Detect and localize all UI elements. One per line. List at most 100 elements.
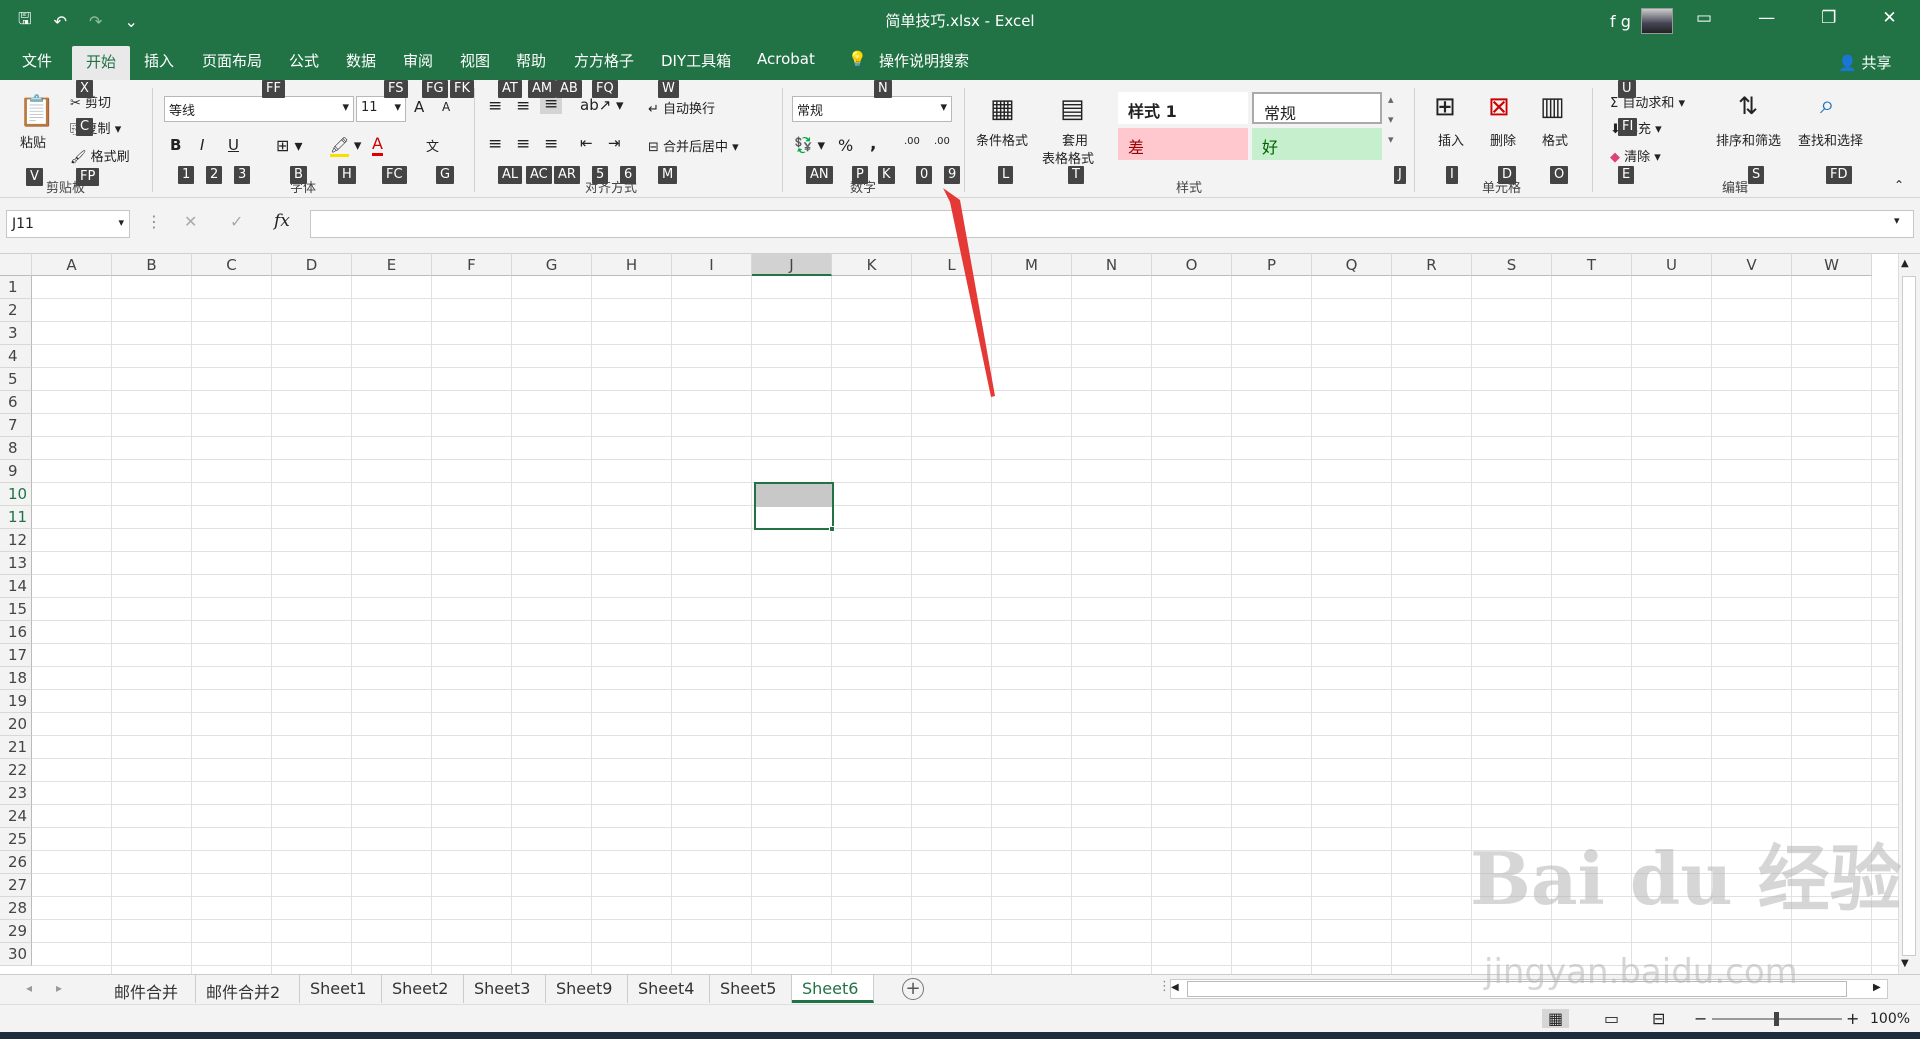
row-header[interactable]: 29 xyxy=(0,920,32,943)
minimize-icon[interactable]: — xyxy=(1758,8,1775,28)
sheet-tab[interactable]: Sheet1 xyxy=(300,975,382,1003)
scroll-up-icon[interactable]: ▲ xyxy=(1901,258,1909,269)
column-header[interactable]: E xyxy=(352,254,432,276)
column-header[interactable]: N xyxy=(1072,254,1152,276)
insert-function-button[interactable]: fx xyxy=(274,211,290,231)
normal-view-icon[interactable]: ▦ xyxy=(1542,1009,1570,1028)
style-normal-cell[interactable]: 常规 xyxy=(1252,92,1382,124)
sheet-tab[interactable]: Sheet3 xyxy=(464,975,546,1003)
name-box[interactable]: J11 ▾ xyxy=(6,210,130,238)
sheet-tab[interactable]: Sheet6 xyxy=(792,975,874,1003)
italic-button[interactable]: I xyxy=(200,136,204,154)
column-header[interactable]: B xyxy=(112,254,192,276)
tab-home[interactable]: 开始 xyxy=(72,46,131,80)
share-button[interactable]: 👤 共享 xyxy=(1838,52,1891,73)
column-header[interactable]: V xyxy=(1712,254,1792,276)
column-header[interactable]: G xyxy=(512,254,592,276)
row-header[interactable]: 10 xyxy=(0,483,32,506)
scroll-thumb[interactable] xyxy=(1902,276,1916,956)
column-header[interactable]: W xyxy=(1792,254,1872,276)
table-format-icon[interactable]: ▤ xyxy=(1060,94,1085,124)
collapse-ribbon-icon[interactable]: ⌃ xyxy=(1894,178,1904,192)
sort-filter-icon[interactable]: ⇅ xyxy=(1738,92,1758,120)
row-header[interactable]: 17 xyxy=(0,644,32,667)
tab-diy[interactable]: DIY工具箱 xyxy=(661,50,731,71)
styles-scroll-icon[interactable]: ▴ ▾ ▾ xyxy=(1388,90,1394,150)
percent-button[interactable]: % xyxy=(838,136,853,155)
bold-button[interactable]: B xyxy=(170,136,181,154)
column-header[interactable]: U xyxy=(1632,254,1712,276)
align-top-icon[interactable]: ≡ xyxy=(488,96,502,116)
conditional-format-button[interactable]: 条件格式 xyxy=(976,130,1028,149)
column-header[interactable]: J xyxy=(752,254,832,276)
insert-cells-button[interactable]: 插入 xyxy=(1438,130,1464,149)
avatar[interactable] xyxy=(1640,8,1673,34)
border-icon[interactable]: ⊞ ▾ xyxy=(276,136,303,155)
column-header[interactable]: S xyxy=(1472,254,1552,276)
zoom-in-button[interactable]: + xyxy=(1846,1009,1859,1028)
row-header[interactable]: 15 xyxy=(0,598,32,621)
font-name-select[interactable]: 等线 ▾ xyxy=(164,96,354,122)
tab-view[interactable]: 视图 xyxy=(460,50,490,71)
page-break-view-icon[interactable]: ⊟ xyxy=(1652,1009,1665,1028)
row-header[interactable]: 26 xyxy=(0,851,32,874)
wrap-text-button[interactable]: ↵ 自动换行 xyxy=(648,98,715,117)
row-header[interactable]: 22 xyxy=(0,759,32,782)
find-select-icon[interactable]: ⌕ xyxy=(1820,90,1835,121)
column-header[interactable]: R xyxy=(1392,254,1472,276)
row-header[interactable]: 18 xyxy=(0,667,32,690)
prev-sheet-icon[interactable]: ◂ xyxy=(26,981,32,995)
row-header[interactable]: 8 xyxy=(0,437,32,460)
table-format-label-1[interactable]: 套用 xyxy=(1062,130,1088,149)
align-center-icon[interactable]: ≡ xyxy=(516,134,530,154)
expand-formula-bar-icon[interactable]: ▾ xyxy=(1894,214,1900,227)
row-header[interactable]: 13 xyxy=(0,552,32,575)
delete-cells-button[interactable]: 删除 xyxy=(1490,130,1516,149)
tab-acrobat[interactable]: Acrobat xyxy=(757,50,815,68)
clipboard-icon[interactable]: 📋 xyxy=(18,94,55,129)
column-header[interactable]: I xyxy=(672,254,752,276)
row-header[interactable]: 12 xyxy=(0,529,32,552)
row-header[interactable]: 11 xyxy=(0,506,32,529)
comma-button[interactable]: , xyxy=(870,134,876,154)
row-header[interactable]: 30 xyxy=(0,943,32,966)
currency-icon[interactable]: 💱 ▾ xyxy=(794,136,825,154)
selected-cell[interactable] xyxy=(754,482,834,530)
column-header[interactable]: Q xyxy=(1312,254,1392,276)
orientation-icon[interactable]: ab↗ ▾ xyxy=(580,96,624,114)
row-header[interactable]: 4 xyxy=(0,345,32,368)
close-icon[interactable]: ✕ xyxy=(1882,8,1896,28)
row-header[interactable]: 25 xyxy=(0,828,32,851)
row-header[interactable]: 19 xyxy=(0,690,32,713)
merge-center-button[interactable]: ⊟ 合并后居中 ▾ xyxy=(648,136,739,155)
sheet-tab[interactable]: Sheet2 xyxy=(382,975,464,1003)
sheet-tab[interactable]: Sheet5 xyxy=(710,975,792,1003)
indent-decrease-icon[interactable]: ⇤ xyxy=(580,134,593,152)
increase-decimal-button[interactable]: .00 xyxy=(904,136,920,147)
fill-handle[interactable] xyxy=(829,526,835,532)
row-header[interactable]: 23 xyxy=(0,782,32,805)
tab-fangfang[interactable]: 方方格子 xyxy=(574,50,634,71)
grow-font-button[interactable]: A xyxy=(414,98,424,116)
select-all-corner[interactable] xyxy=(0,254,32,276)
row-header[interactable]: 9 xyxy=(0,460,32,483)
align-left-icon[interactable]: ≡ xyxy=(488,134,502,154)
row-header[interactable]: 27 xyxy=(0,874,32,897)
format-cells-button[interactable]: 格式 xyxy=(1542,130,1568,149)
decrease-decimal-button[interactable]: .00 xyxy=(934,136,950,147)
row-header[interactable]: 7 xyxy=(0,414,32,437)
zoom-slider-thumb[interactable] xyxy=(1774,1012,1779,1026)
underline-button[interactable]: U xyxy=(228,136,239,154)
scroll-left-icon[interactable]: ◀ xyxy=(1171,982,1179,993)
column-header[interactable]: F xyxy=(432,254,512,276)
number-format-select[interactable]: 常规 ▾ xyxy=(792,96,952,122)
tell-me-search[interactable]: 操作说明搜索 xyxy=(879,50,969,71)
row-header[interactable]: 14 xyxy=(0,575,32,598)
page-layout-view-icon[interactable]: ▭ xyxy=(1604,1009,1619,1028)
column-header[interactable]: L xyxy=(912,254,992,276)
enter-icon[interactable]: ✓ xyxy=(230,212,243,231)
style-bad-cell[interactable]: 差 xyxy=(1118,128,1248,160)
tab-review[interactable]: 审阅 xyxy=(403,50,433,71)
sheet-tab[interactable]: Sheet4 xyxy=(628,975,710,1003)
clear-button[interactable]: ◆ 清除 ▾ xyxy=(1610,146,1661,165)
